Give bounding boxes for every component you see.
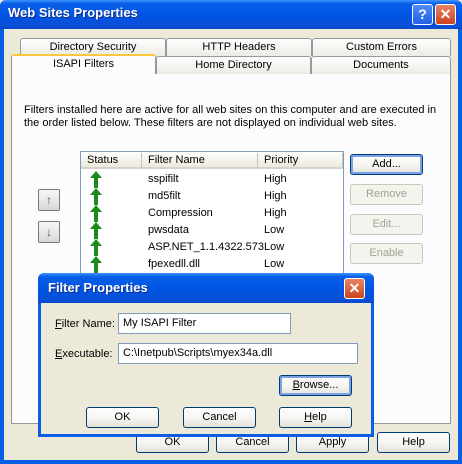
help-question-icon[interactable]: ?	[412, 4, 433, 25]
table-row[interactable]: sspifilt High	[81, 171, 343, 188]
close-icon[interactable]: ✕	[435, 4, 456, 25]
table-row[interactable]: Compression High	[81, 205, 343, 222]
table-row[interactable]: fpexedll.dll Low	[81, 256, 343, 273]
move-up-button[interactable]: ↑	[38, 189, 60, 211]
filter-name-label-rest: ilter Name:	[61, 318, 115, 330]
executable-label-rest: xecutable:	[62, 348, 113, 360]
add-button[interactable]: Add...	[350, 154, 423, 175]
table-row[interactable]: ASP.NET_1.1.4322.573 Low	[81, 239, 343, 256]
executable-label: Executable:	[55, 348, 113, 360]
green-up-arrow-icon	[90, 256, 102, 273]
arrow-down-icon: ↓	[46, 225, 52, 239]
browse-button[interactable]: Browse...	[279, 375, 352, 396]
title-bar[interactable]: Web Sites Properties ? ✕	[0, 0, 462, 29]
dialog-title-bar[interactable]: Filter Properties ✕	[38, 273, 374, 303]
filter-name-cell: md5filt	[148, 190, 181, 202]
table-row[interactable]: pwsdata Low	[81, 222, 343, 239]
dialog-cancel-button[interactable]: Cancel	[183, 407, 256, 428]
dialog-client-area: Filter Name: My ISAPI Filter Executable:…	[41, 303, 371, 434]
column-header-status[interactable]: Status	[81, 153, 142, 168]
green-up-arrow-icon	[90, 222, 102, 239]
filters-list[interactable]: Status Filter Name Priority sspifilt High…	[80, 151, 344, 281]
move-down-button[interactable]: ↓	[38, 221, 60, 243]
priority-cell: High	[264, 207, 287, 219]
filter-name-cell: fpexedll.dll	[148, 258, 200, 270]
dialog-ok-button[interactable]: OK	[86, 407, 159, 428]
priority-cell: Low	[264, 241, 285, 253]
help-label-rest: elp	[312, 411, 327, 423]
filter-name-cell: Compression	[148, 207, 213, 219]
window-title: Web Sites Properties	[8, 5, 138, 20]
executable-input[interactable]: C:\Inetpub\Scripts\myex34a.dll	[118, 343, 358, 364]
dialog-title: Filter Properties	[48, 280, 148, 295]
tab-isapi-filters[interactable]: ISAPI Filters	[11, 54, 156, 74]
tab-custom-errors[interactable]: Custom Errors	[312, 38, 451, 56]
filter-name-label: Filter Name:	[55, 318, 115, 330]
filter-properties-dialog: Filter Properties ✕ Filter Name: My ISAP…	[38, 273, 374, 437]
filter-name-cell: pwsdata	[148, 224, 189, 236]
tab-http-headers[interactable]: HTTP Headers	[166, 38, 312, 56]
column-header-filter-name[interactable]: Filter Name	[142, 153, 258, 168]
filter-name-input[interactable]: My ISAPI Filter	[118, 313, 291, 334]
arrow-up-icon: ↑	[46, 193, 52, 207]
priority-cell: High	[264, 190, 287, 202]
table-row[interactable]: md5filt High	[81, 188, 343, 205]
edit-button[interactable]: Edit...	[350, 214, 423, 235]
priority-cell: Low	[264, 258, 285, 270]
filters-description: Filters installed here are active for al…	[24, 104, 437, 129]
green-up-arrow-icon	[90, 205, 102, 222]
green-up-arrow-icon	[90, 239, 102, 256]
green-up-arrow-icon	[90, 188, 102, 205]
priority-cell: Low	[264, 224, 285, 236]
list-header: Status Filter Name Priority	[81, 152, 343, 169]
filter-name-cell: ASP.NET_1.1.4322.573	[148, 241, 264, 253]
close-icon[interactable]: ✕	[344, 278, 365, 299]
help-button[interactable]: Help	[377, 432, 450, 453]
green-up-arrow-icon	[90, 171, 102, 188]
dialog-help-button[interactable]: Help	[279, 407, 352, 428]
column-header-priority[interactable]: Priority	[258, 153, 343, 168]
filter-name-cell: sspifilt	[148, 173, 179, 185]
enable-button[interactable]: Enable	[350, 243, 423, 264]
browse-label-rest: rowse...	[299, 379, 339, 391]
remove-button[interactable]: Remove	[350, 184, 423, 205]
priority-cell: High	[264, 173, 287, 185]
tab-documents[interactable]: Documents	[311, 56, 451, 74]
tab-home-directory[interactable]: Home Directory	[156, 56, 311, 74]
